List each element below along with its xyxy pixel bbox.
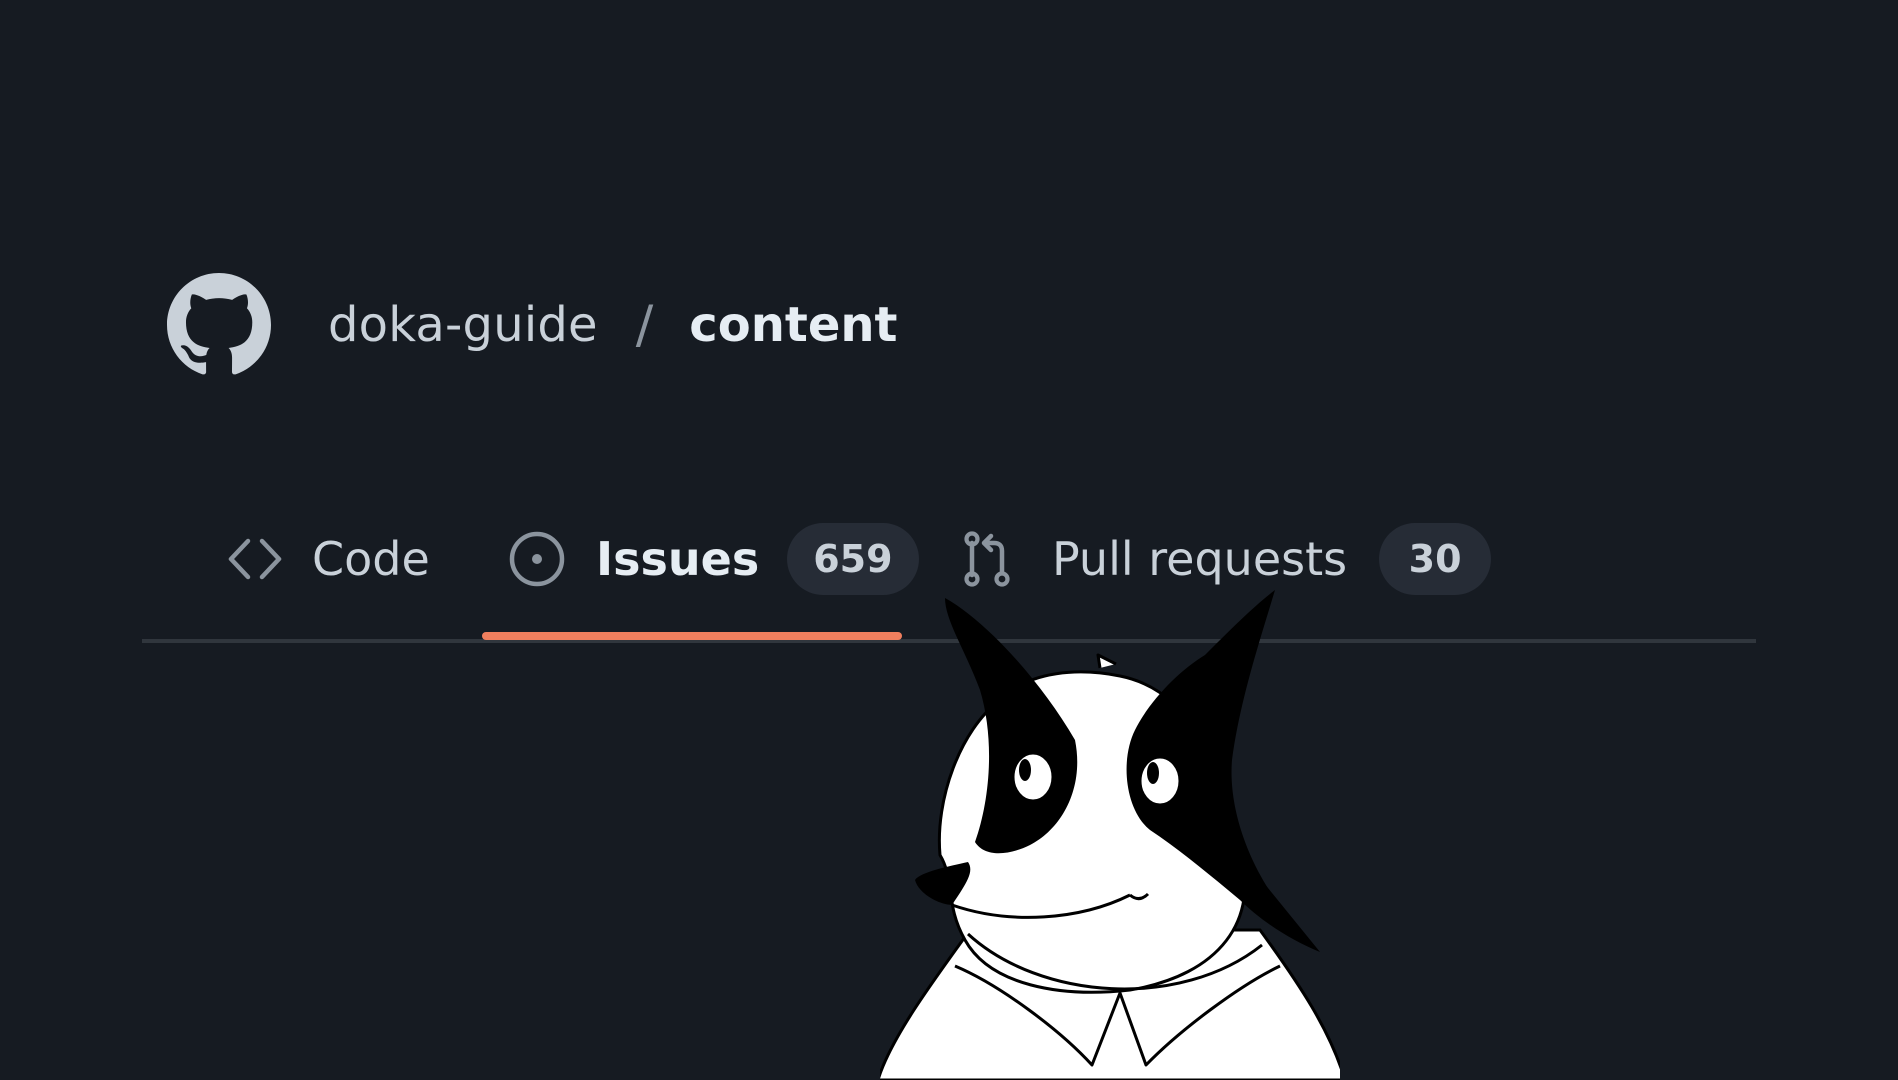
repo-header: doka-guide / content xyxy=(167,272,898,378)
tab-issues-label: Issues xyxy=(596,532,760,586)
tab-code[interactable]: Code xyxy=(226,522,430,596)
issues-count-badge: 659 xyxy=(787,523,919,595)
tab-code-label: Code xyxy=(312,532,430,586)
dog-mascot-illustration xyxy=(880,590,1340,1080)
pull-requests-count-badge: 30 xyxy=(1379,523,1492,595)
code-icon xyxy=(228,538,282,580)
github-logo-icon[interactable] xyxy=(167,273,271,377)
issue-opened-icon xyxy=(509,531,565,587)
tab-pull-requests-label: Pull requests xyxy=(1052,532,1348,586)
breadcrumb-separator: / xyxy=(635,295,654,355)
tab-pull-requests[interactable]: Pull requests 30 xyxy=(960,522,1492,596)
repo-owner-link[interactable]: doka-guide xyxy=(328,297,598,353)
tab-issues[interactable]: Issues 659 xyxy=(508,522,919,596)
active-tab-indicator xyxy=(482,632,902,640)
repo-name-link[interactable]: content xyxy=(689,297,897,353)
git-pull-request-icon xyxy=(964,531,1010,587)
